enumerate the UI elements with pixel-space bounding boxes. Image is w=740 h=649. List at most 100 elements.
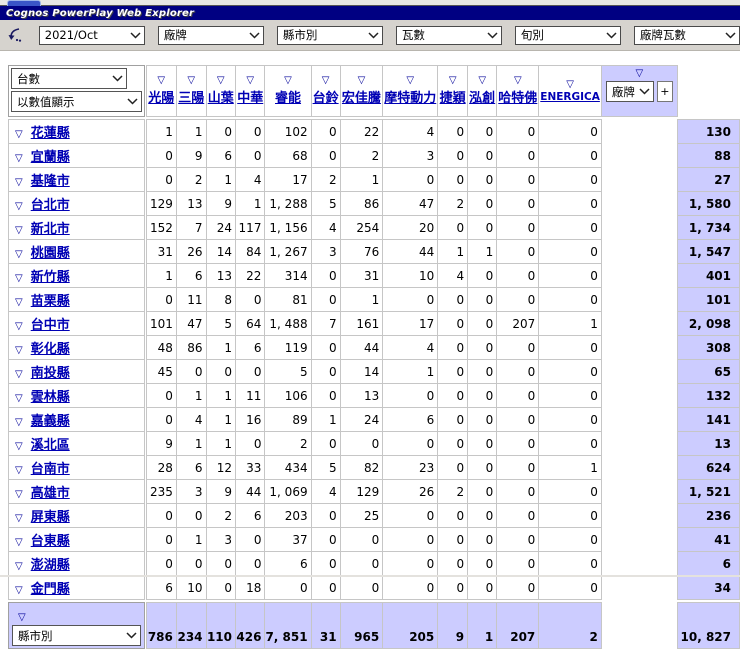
row-header-link[interactable]: 彰化縣 <box>31 342 70 357</box>
row-header-link[interactable]: 溪北區 <box>31 438 70 453</box>
filter-icon[interactable]: ▽ <box>15 537 23 548</box>
filter-icon[interactable]: ▽ <box>15 177 23 188</box>
row-header-link[interactable]: 新北市 <box>31 222 70 237</box>
measure-dropdown[interactable]: 台數 <box>11 68 127 89</box>
filter-icon[interactable]: ▽ <box>15 201 23 212</box>
column-header-link[interactable]: 摩特動力 <box>384 87 436 106</box>
app-title: Cognos PowerPlay Web Explorer <box>6 7 195 19</box>
filter-icon[interactable]: ▽ <box>15 345 23 356</box>
filter-icon[interactable]: ▽ <box>15 513 23 524</box>
value-cell: 0 <box>467 551 498 576</box>
wattage-dimension-dropdown[interactable]: 瓦數 <box>395 25 502 45</box>
value-cell: 48 <box>145 335 177 360</box>
value-cell: 86 <box>339 191 384 216</box>
filter-icon[interactable]: ▽ <box>15 321 23 332</box>
filter-icon[interactable]: ▽ <box>18 612 26 623</box>
column-header-link[interactable]: 台鈴 <box>313 87 339 106</box>
value-cell: 0 <box>496 551 540 576</box>
filter-icon[interactable]: ▽ <box>15 585 23 596</box>
row-header-link[interactable]: 雲林縣 <box>31 390 70 405</box>
row-header-link[interactable]: 新竹縣 <box>31 270 70 285</box>
filter-icon[interactable]: ▽ <box>514 76 522 86</box>
value-cell: 9 <box>145 431 177 456</box>
row-dimension-cell: ▽ 縣市別 <box>8 602 145 649</box>
value-cell: 0 <box>496 455 540 480</box>
filter-icon[interactable]: ▽ <box>217 76 225 86</box>
value-cell: 0 <box>264 575 312 600</box>
filter-icon[interactable]: ▽ <box>15 393 23 404</box>
filter-icon[interactable]: ▽ <box>566 79 574 90</box>
display-mode-dropdown[interactable]: 以數值顯示 <box>11 91 142 112</box>
column-header-link[interactable]: 泓創 <box>469 87 495 106</box>
column-header-link[interactable]: 捷穎 <box>440 87 466 106</box>
filter-icon[interactable]: ▽ <box>478 76 486 86</box>
column-header-link[interactable]: 山葉 <box>208 87 234 106</box>
row-header-cell: ▽ 苗栗縣 <box>8 287 145 312</box>
value-cell: 0 <box>310 359 341 384</box>
column-header-link[interactable]: 睿能 <box>275 87 301 106</box>
row-header-link[interactable]: 基隆市 <box>31 174 70 189</box>
row-header-link[interactable]: 高雄市 <box>31 486 70 501</box>
value-cell: 24 <box>205 215 237 240</box>
filter-icon[interactable]: ▽ <box>284 76 292 86</box>
filter-icon[interactable]: ▽ <box>15 273 23 284</box>
row-header-link[interactable]: 澎湖縣 <box>31 558 70 573</box>
expand-columns-button[interactable]: + <box>656 81 673 102</box>
brand-wattage-dimension-dropdown[interactable]: 廠牌瓦數 <box>633 25 740 45</box>
filter-icon[interactable]: ▽ <box>187 76 195 86</box>
row-header-link[interactable]: 台南市 <box>31 462 70 477</box>
row-header-link[interactable]: 苗栗縣 <box>31 294 70 309</box>
brand-dimension-dropdown[interactable]: 廠牌 <box>157 25 264 45</box>
filter-icon[interactable]: ▽ <box>15 225 23 236</box>
column-header-link[interactable]: 哈特佛 <box>498 87 537 106</box>
filter-icon[interactable]: ▽ <box>15 441 23 452</box>
table-row: ▽ 澎湖縣 0 0 0 0 6 0 0 0 0 0 0 0 6 <box>8 551 740 576</box>
filter-icon[interactable]: ▽ <box>15 465 23 476</box>
row-header-link[interactable]: 宜蘭縣 <box>31 150 70 165</box>
row-header-link[interactable]: 桃園縣 <box>31 246 70 261</box>
column-header-link[interactable]: ENERGICA <box>540 91 600 103</box>
row-dimension-dropdown[interactable]: 縣市別 <box>12 625 141 646</box>
row-header-link[interactable]: 南投縣 <box>31 366 70 381</box>
value-cell: 0 <box>496 167 540 192</box>
row-header-link[interactable]: 屏東縣 <box>31 510 70 525</box>
filter-icon[interactable]: ▽ <box>157 76 165 86</box>
filter-icon[interactable]: ▽ <box>406 76 414 86</box>
filter-icon[interactable]: ▽ <box>15 129 23 140</box>
row-header-link[interactable]: 花蓮縣 <box>31 126 70 141</box>
filter-icon[interactable]: ▽ <box>15 561 23 572</box>
column-header-link[interactable]: 三陽 <box>178 87 204 106</box>
row-total-cell: 308 <box>676 335 740 360</box>
filter-icon[interactable]: ▽ <box>15 153 23 164</box>
filter-icon[interactable]: ▽ <box>15 417 23 428</box>
value-cell: 0 <box>145 287 177 312</box>
filter-icon[interactable]: ▽ <box>322 76 330 86</box>
column-header-link[interactable]: 中華 <box>237 87 263 106</box>
filter-icon[interactable]: ▽ <box>15 297 23 308</box>
row-header-link[interactable]: 台中市 <box>31 318 70 333</box>
table-row: ▽ 彰化縣 48 86 1 6 119 0 44 4 0 0 0 0 308 <box>8 335 740 360</box>
row-header-link[interactable]: 金門縣 <box>31 582 70 597</box>
row-header-link[interactable]: 台北市 <box>31 198 70 213</box>
tenday-dimension-dropdown[interactable]: 旬別 <box>514 25 621 45</box>
period-dropdown[interactable]: 2021/Oct <box>38 25 145 45</box>
value-cell: 13 <box>205 263 237 288</box>
filter-icon[interactable]: ▽ <box>15 489 23 500</box>
county-dimension-dropdown[interactable]: 縣市別 <box>276 25 383 45</box>
filter-icon[interactable]: ▽ <box>15 249 23 260</box>
column-header-link[interactable]: 宏佳騰 <box>342 87 381 106</box>
row-total-cell: 236 <box>676 503 740 528</box>
column-dimension-dropdown[interactable]: 廠牌 <box>605 81 654 102</box>
column-header-link[interactable]: 光陽 <box>148 87 174 106</box>
value-cell: 9 <box>175 143 207 168</box>
filter-icon[interactable]: ▽ <box>358 76 366 86</box>
row-header-link[interactable]: 台東縣 <box>31 534 70 549</box>
display-mode-value: 以數值顯示 <box>17 94 75 109</box>
filter-icon[interactable]: ▽ <box>449 76 457 86</box>
filter-icon[interactable]: ▽ <box>246 76 254 86</box>
filter-icon[interactable]: ▽ <box>15 369 23 380</box>
county-dimension-value: 縣市別 <box>282 28 318 42</box>
drill-tool-icon[interactable] <box>4 24 26 46</box>
row-header-link[interactable]: 嘉義縣 <box>31 414 70 429</box>
filter-icon[interactable]: ▽ <box>636 69 644 79</box>
